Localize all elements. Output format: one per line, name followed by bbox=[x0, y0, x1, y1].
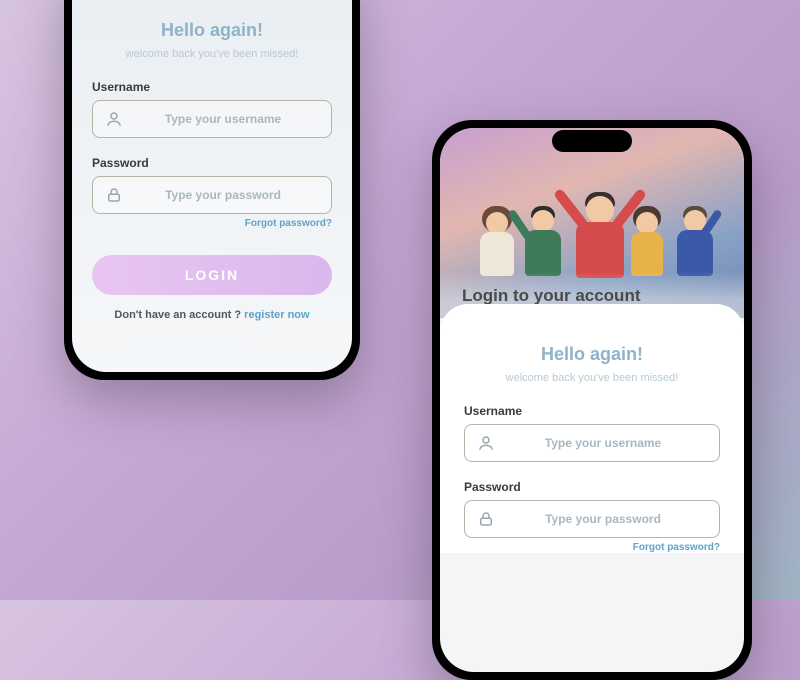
username-input-2[interactable] bbox=[497, 436, 709, 450]
forgot-password-link-2[interactable]: Forgot password? bbox=[464, 542, 720, 553]
username-input[interactable] bbox=[125, 112, 321, 126]
phone-notch bbox=[552, 130, 632, 152]
user-icon bbox=[103, 110, 125, 128]
password-label-2: Password bbox=[464, 480, 720, 494]
login-button[interactable]: LOGIN bbox=[92, 255, 332, 295]
signup-prompt: Don't have an account ? bbox=[114, 309, 244, 321]
phone-mockup-1: Hello again! welcome back you've been mi… bbox=[64, 0, 360, 380]
register-link[interactable]: register now bbox=[244, 309, 309, 321]
phone-mockup-2: Login to your account Hello again! welco… bbox=[432, 120, 752, 680]
phone-1-screen: Hello again! welcome back you've been mi… bbox=[72, 0, 352, 372]
login-card: Hello again! welcome back you've been mi… bbox=[440, 304, 744, 553]
lock-icon bbox=[475, 510, 497, 528]
username-label: Username bbox=[92, 80, 332, 94]
password-input-wrap-2[interactable] bbox=[464, 500, 720, 538]
signup-row: Don't have an account ? register now bbox=[92, 309, 332, 321]
hello-heading: Hello again! bbox=[92, 20, 332, 41]
username-input-wrap[interactable] bbox=[92, 100, 332, 138]
phone-2-screen: Login to your account Hello again! welco… bbox=[440, 128, 744, 672]
welcome-subheading-2: welcome back you've been missed! bbox=[464, 371, 720, 386]
username-input-wrap-2[interactable] bbox=[464, 424, 720, 462]
forgot-password-link[interactable]: Forgot password? bbox=[92, 218, 332, 229]
password-label: Password bbox=[92, 156, 332, 170]
username-label-2: Username bbox=[464, 404, 720, 418]
password-input-2[interactable] bbox=[497, 512, 709, 526]
password-input[interactable] bbox=[125, 188, 321, 202]
lock-icon bbox=[103, 186, 125, 204]
hero-illustration: Login to your account bbox=[440, 128, 744, 318]
welcome-subheading: welcome back you've been missed! bbox=[92, 47, 332, 62]
hello-heading-2: Hello again! bbox=[464, 344, 720, 365]
user-icon bbox=[475, 434, 497, 452]
password-input-wrap[interactable] bbox=[92, 176, 332, 214]
